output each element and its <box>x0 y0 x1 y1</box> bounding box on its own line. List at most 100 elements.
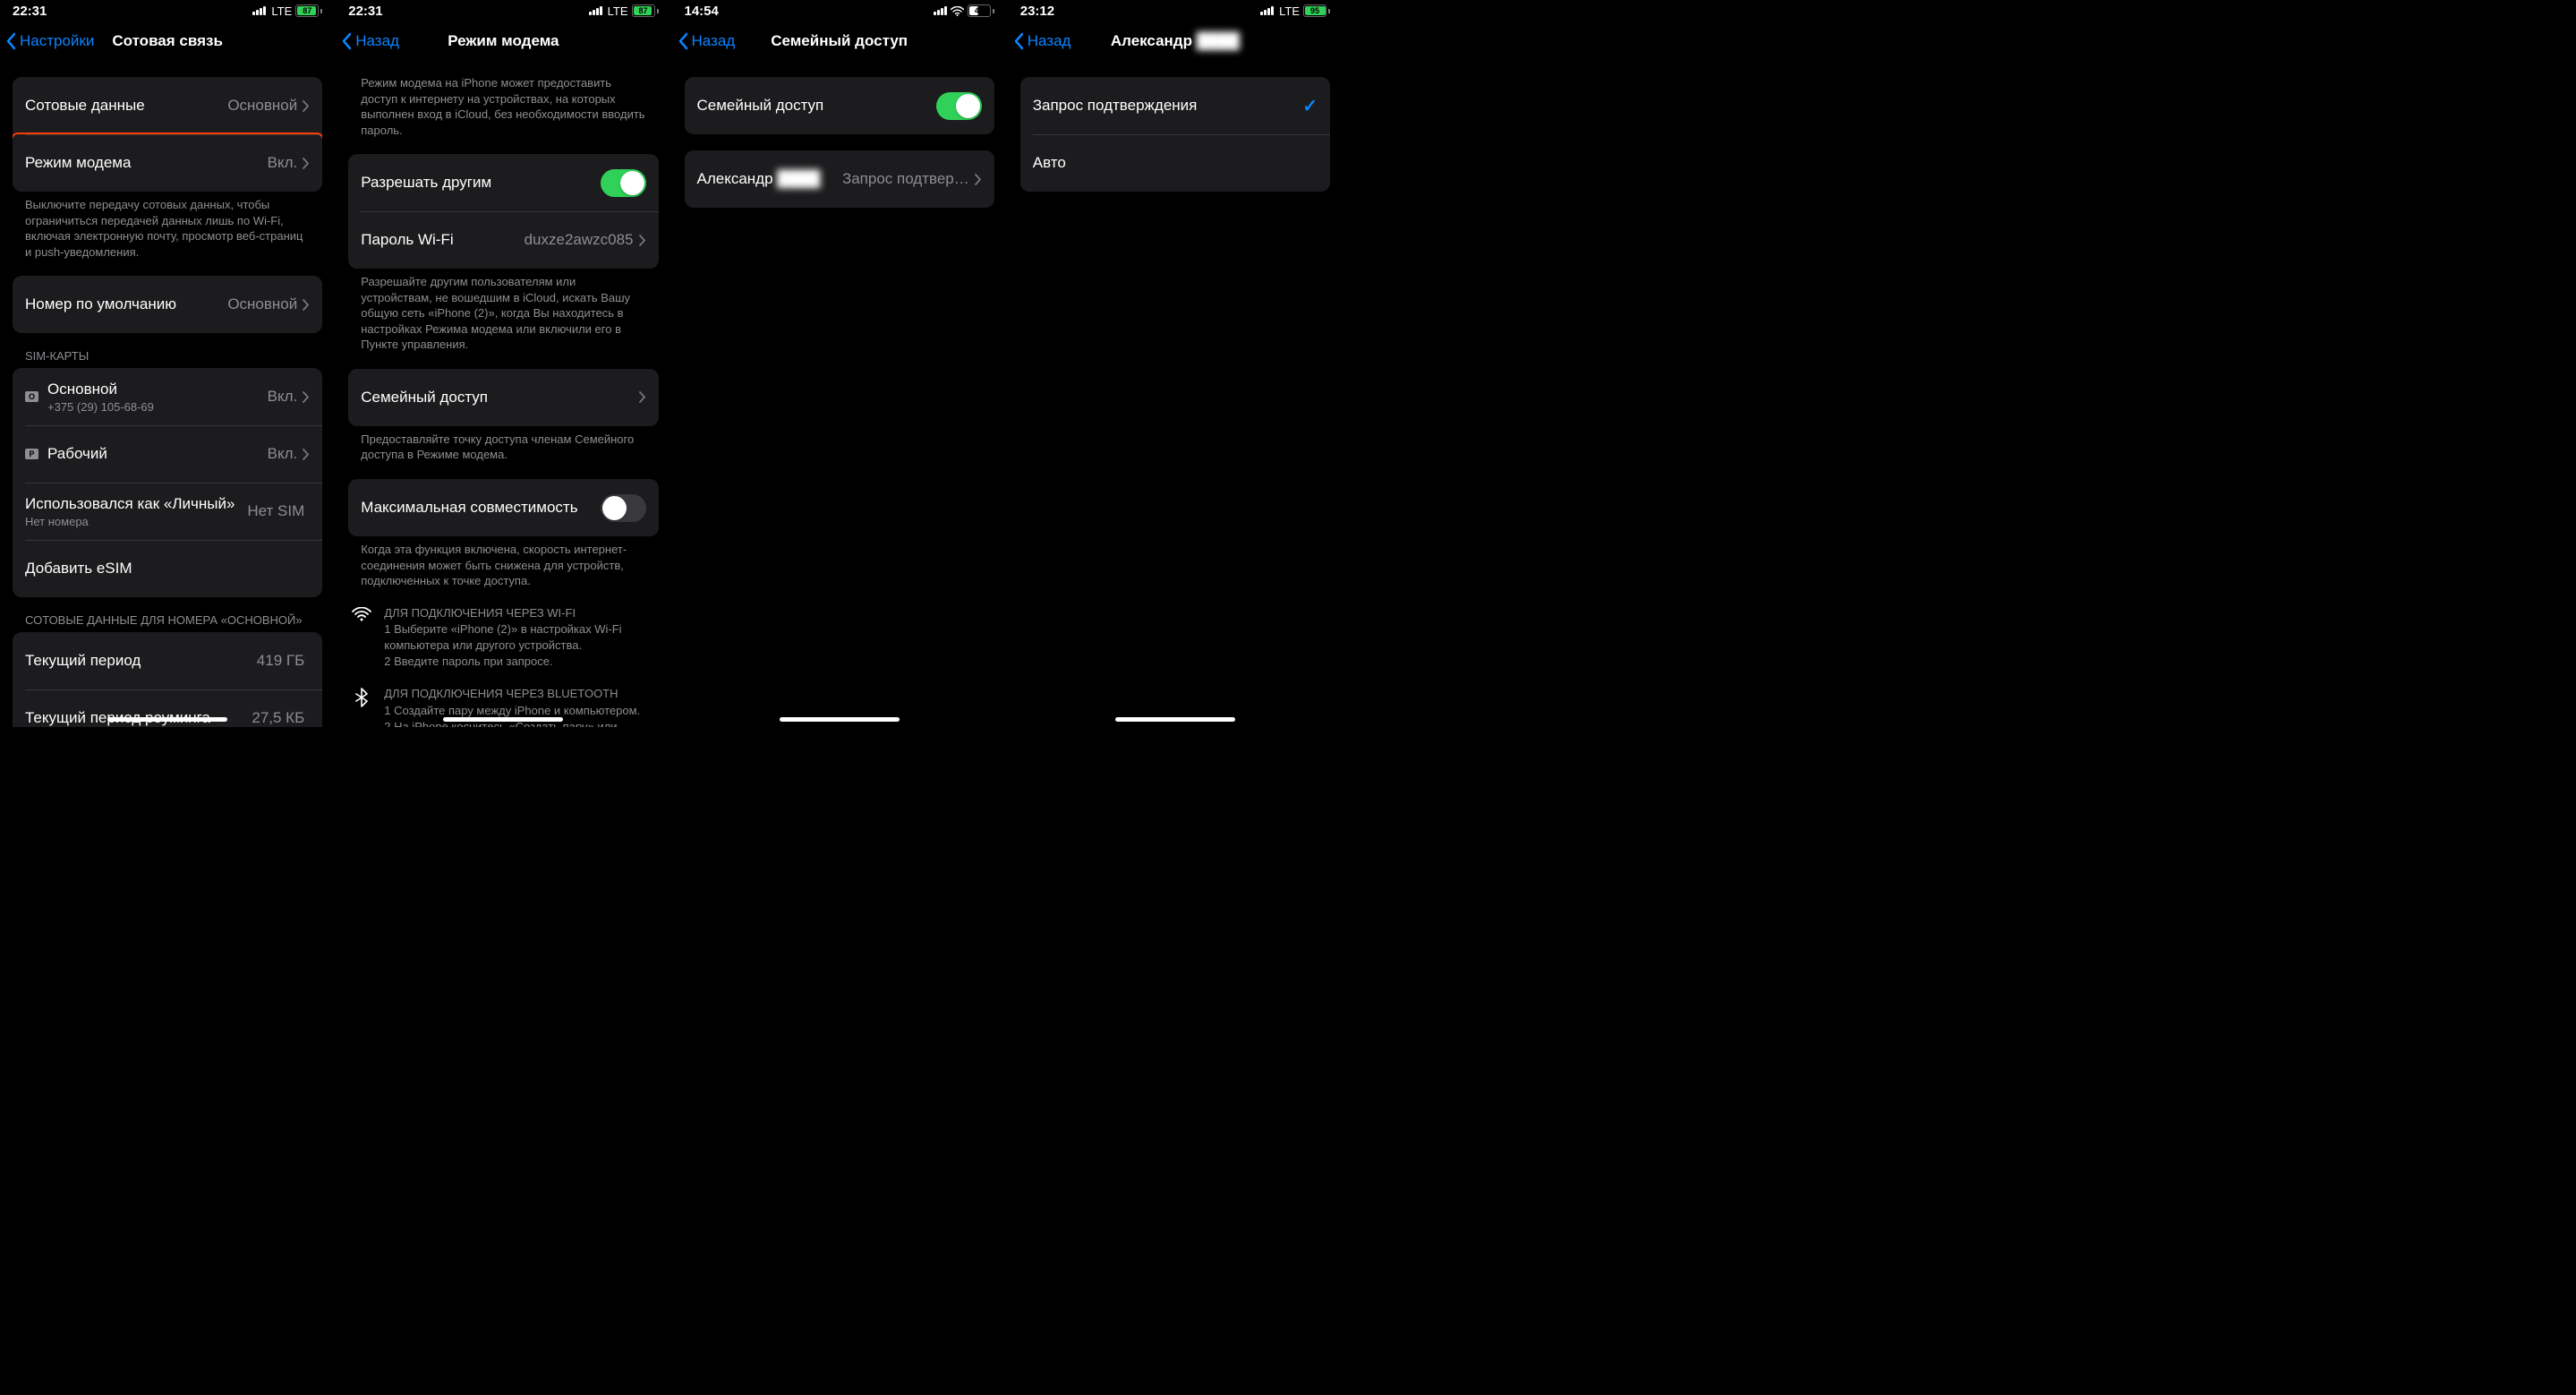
opt2-label: Авто <box>1033 154 1318 172</box>
redacted-surname: ████ <box>777 170 820 187</box>
period-label: Текущий период <box>25 652 257 670</box>
chevron-right-icon <box>975 174 982 185</box>
sim-header: SIM-КАРТЫ <box>0 333 335 368</box>
back-button[interactable]: Назад <box>1008 32 1071 50</box>
member-name: Александр ████ <box>697 170 842 188</box>
screen-family-sharing: 14:54 43 Назад Семейный доступ Семейный … <box>672 0 1008 727</box>
family-toggle[interactable] <box>936 92 982 120</box>
signal-icon <box>589 6 602 15</box>
screen-cellular: 22:31 LTE 87 Настройки Сотовая связь Сот… <box>0 0 336 727</box>
back-button[interactable]: Назад <box>336 32 399 50</box>
status-bar: 22:31 LTE 87 <box>336 0 670 21</box>
pwd-value: duxze2awzc085 <box>525 231 634 249</box>
allow-others-toggle[interactable] <box>601 169 646 197</box>
max-compat-toggle[interactable] <box>601 494 646 522</box>
battery-icon: 87 <box>632 4 659 17</box>
sim1-phone: +375 (29) 105-68-69 <box>47 400 268 414</box>
family-footer: Предоставляйте точку доступа членам Семе… <box>336 426 670 463</box>
network-label: LTE <box>608 4 628 18</box>
signal-icon <box>1260 6 1274 15</box>
family-toggle-row[interactable]: Семейный доступ <box>685 77 994 134</box>
add-esim-label: Добавить eSIM <box>25 560 310 578</box>
sim-personal-row[interactable]: Использовался как «Личный» Нет номера Нет… <box>13 483 322 540</box>
sim-primary-row[interactable]: О Основной +375 (29) 105-68-69 Вкл. <box>13 368 322 425</box>
sim1-value: Вкл. <box>268 388 298 406</box>
hotspot-value: Вкл. <box>268 154 298 172</box>
battery-icon: 95 <box>1303 4 1330 17</box>
personal-hotspot-row[interactable]: Режим модема Вкл. <box>13 134 322 192</box>
chevron-left-icon <box>678 32 688 50</box>
sim3-name: Использовался как «Личный» <box>25 495 247 513</box>
back-button[interactable]: Настройки <box>0 32 94 50</box>
period-value: 419 ГБ <box>257 652 304 670</box>
add-esim-row[interactable]: Добавить eSIM <box>13 540 322 597</box>
chevron-right-icon <box>639 391 646 403</box>
roaming-value: 27,5 КБ <box>252 709 304 727</box>
wifi-instr-2: 2 Введите пароль при запросе. <box>384 654 658 670</box>
bluetooth-icon <box>348 686 375 727</box>
cellular-data-row[interactable]: Сотовые данные Основной <box>13 77 322 134</box>
screen-member-options: 23:12 LTE 95 Назад Александр ████ Запрос… <box>1008 0 1343 727</box>
cellular-data-value: Основной <box>227 97 297 115</box>
wifi-instructions: ДЛЯ ПОДКЛЮЧЕНИЯ ЧЕРЕЗ WI-FI 1 Выберите «… <box>348 605 658 671</box>
status-bar: 22:31 LTE 87 <box>0 0 335 21</box>
chevron-right-icon <box>303 100 310 112</box>
redacted-surname: ████ <box>1197 32 1240 49</box>
home-indicator[interactable] <box>780 717 900 722</box>
home-indicator[interactable] <box>1115 717 1235 722</box>
chevron-right-icon <box>303 299 310 311</box>
status-time: 22:31 <box>348 4 382 19</box>
back-label: Назад <box>355 32 399 50</box>
nav-title: Сотовая связь <box>112 32 223 50</box>
default-number-value: Основной <box>227 295 297 313</box>
hotspot-label: Режим модема <box>25 154 268 172</box>
sim1-name: Основной <box>47 381 268 398</box>
sim-work-row[interactable]: Р Рабочий Вкл. <box>13 425 322 483</box>
opt1-label: Запрос подтверждения <box>1033 97 1302 115</box>
back-label: Настройки <box>20 32 94 50</box>
sim3-value: Нет SIM <box>247 502 304 520</box>
back-button[interactable]: Назад <box>672 32 736 50</box>
wifi-instr-1: 1 Выберите «iPhone (2)» в настройках Wi-… <box>384 621 658 654</box>
member-value: Запрос подтвер… <box>842 170 969 188</box>
status-bar: 14:54 43 <box>672 0 1007 21</box>
nav-bar: Назад Семейный доступ <box>672 21 1007 61</box>
cellular-data-label: Сотовые данные <box>25 97 227 115</box>
nav-bar: Назад Александр ████ <box>1008 21 1343 61</box>
max-compat-row[interactable]: Максимальная совместимость <box>348 479 658 536</box>
pwd-label: Пароль Wi-Fi <box>361 231 524 249</box>
battery-icon: 87 <box>295 4 322 17</box>
data-usage-header: СОТОВЫЕ ДАННЫЕ ДЛЯ НОМЕРА «ОСНОВНОЙ» <box>0 597 335 632</box>
chevron-left-icon <box>1013 32 1024 50</box>
allow-others-row[interactable]: Разрешать другим <box>348 154 658 211</box>
status-bar: 23:12 LTE 95 <box>1008 0 1343 21</box>
screen-hotspot: 22:31 LTE 87 Назад Режим модема Режим мо… <box>336 0 671 727</box>
chevron-right-icon <box>303 391 310 403</box>
compat-footer: Когда эта функция включена, скорость инт… <box>336 536 670 589</box>
home-indicator[interactable] <box>107 717 227 722</box>
family-sharing-row[interactable]: Семейный доступ <box>348 369 658 426</box>
default-number-row[interactable]: Номер по умолчанию Основной <box>13 276 322 333</box>
hotspot-intro: Режим модема на iPhone может предоставит… <box>336 61 670 138</box>
wifi-instr-title: ДЛЯ ПОДКЛЮЧЕНИЯ ЧЕРЕЗ WI-FI <box>384 605 658 621</box>
network-label: LTE <box>1279 4 1300 18</box>
back-label: Назад <box>1028 32 1071 50</box>
status-time: 14:54 <box>685 4 719 19</box>
current-period-row: Текущий период 419 ГБ <box>13 632 322 689</box>
nav-title: Семейный доступ <box>771 32 908 50</box>
option-ask-row[interactable]: Запрос подтверждения ✓ <box>1020 77 1330 134</box>
sim3-sub: Нет номера <box>25 515 247 528</box>
nav-title: Режим модема <box>448 32 559 50</box>
sim-badge-icon: О <box>25 391 38 402</box>
sim-badge-icon: Р <box>25 449 38 459</box>
option-auto-row[interactable]: Авто <box>1020 134 1330 192</box>
allow-label: Разрешать другим <box>361 174 600 192</box>
family-member-row[interactable]: Александр ████ Запрос подтвер… <box>685 150 994 208</box>
chevron-left-icon <box>5 32 16 50</box>
wifi-password-row[interactable]: Пароль Wi-Fi duxze2awzc085 <box>348 211 658 269</box>
chevron-left-icon <box>341 32 352 50</box>
chevron-right-icon <box>303 158 310 169</box>
home-indicator[interactable] <box>443 717 563 722</box>
family-label: Семейный доступ <box>361 389 638 407</box>
signal-icon <box>252 6 266 15</box>
